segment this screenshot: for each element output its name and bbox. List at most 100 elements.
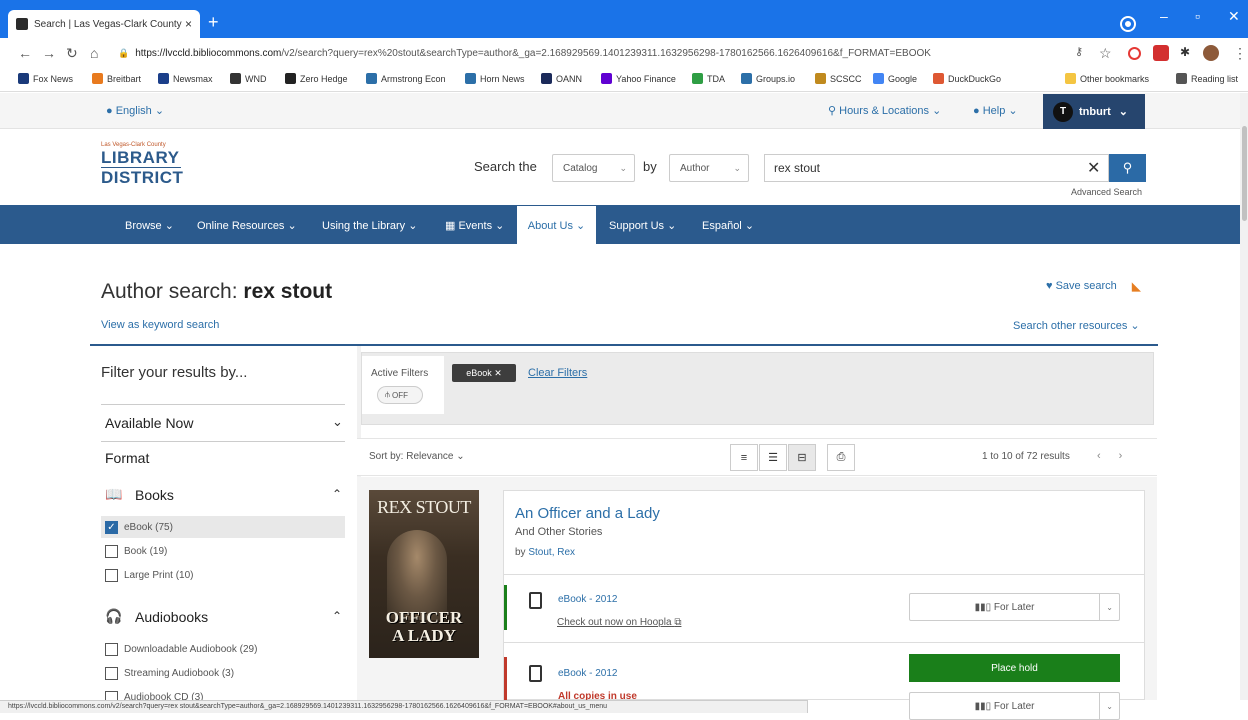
chevron-down-icon[interactable]: ⌄ — [1100, 702, 1119, 711]
bookmark-item[interactable]: Other bookmarks — [1065, 73, 1149, 84]
profile-icon[interactable] — [1122, 18, 1134, 30]
hours-locations-link[interactable]: ⚲ Hours & Locations ⌄ — [828, 104, 941, 117]
bookmark-item[interactable]: SCSCC — [815, 73, 862, 84]
author-link[interactable]: Stout, Rex — [528, 547, 575, 558]
place-hold-button[interactable]: Place hold — [909, 654, 1120, 682]
search-type-select[interactable]: Author ⌄ — [669, 154, 749, 182]
clear-search-icon[interactable]: ✕ — [1087, 158, 1100, 178]
library-logo[interactable]: Las Vegas-Clark County LIBRARY DISTRICT — [101, 142, 183, 187]
hoopla-link[interactable]: Check out now on Hoopla ⧉ — [557, 617, 681, 628]
extension-icon[interactable] — [1153, 45, 1169, 61]
search-scope-select[interactable]: Catalog ⌄ — [552, 154, 635, 182]
checkbox[interactable] — [105, 544, 118, 558]
search-button[interactable]: ⚲ — [1109, 154, 1146, 182]
filter-ebook[interactable]: ✓ eBook (75) — [105, 517, 173, 537]
filter-large-print[interactable]: Large Print (10) — [105, 565, 193, 585]
menu-icon[interactable]: ⋮ — [1233, 45, 1247, 62]
bookmark-item[interactable]: Google — [873, 73, 917, 84]
back-icon[interactable]: ← — [18, 45, 32, 61]
list-view-icon[interactable]: ≡ — [730, 444, 758, 471]
pagination[interactable]: ‹› — [1097, 450, 1140, 462]
result-title[interactable]: An Officer and a Lady — [515, 505, 660, 522]
key-icon[interactable]: ⚷ — [1075, 45, 1083, 58]
help-link[interactable]: ● Help ⌄ — [973, 104, 1018, 117]
bookmark-item[interactable]: Yahoo Finance — [601, 73, 676, 84]
reload-icon[interactable]: ↻ — [66, 45, 78, 62]
forward-icon[interactable]: → — [42, 45, 56, 61]
audiobooks-group[interactable]: 🎧 Audiobooks — [105, 608, 208, 625]
medium-view-icon[interactable]: ⊟ — [788, 444, 816, 471]
bookmark-label: Yahoo Finance — [616, 73, 676, 84]
new-tab-button[interactable]: + — [208, 12, 219, 32]
puzzle-icon[interactable]: ✱ — [1180, 45, 1190, 59]
bookmark-item[interactable]: Horn News — [465, 73, 525, 84]
chevron-down-icon[interactable]: ⌄ — [332, 414, 343, 430]
nav-online-resources[interactable]: Online Resources ⌄ — [197, 219, 297, 232]
bookmark-label: Breitbart — [107, 73, 142, 84]
avatar[interactable] — [1203, 45, 1219, 61]
bookmark-item[interactable]: OANN — [541, 73, 582, 84]
for-later-button[interactable]: ▮▮▯ For Later ⌄ — [909, 593, 1120, 621]
tab-close-icon[interactable]: × — [185, 17, 192, 31]
nav-support-us[interactable]: Support Us ⌄ — [609, 219, 676, 232]
url-bar[interactable]: 🔒 https://lvccld.bibliocommons.com /v2/s… — [118, 43, 1058, 63]
sort-select[interactable]: Sort by: Relevance ⌄ — [369, 451, 465, 462]
nav-browse[interactable]: Browse ⌄ — [125, 219, 174, 232]
books-group[interactable]: 📖 Books — [105, 486, 174, 503]
active-filters-toggle[interactable]: ⫛ OFF — [377, 386, 423, 404]
bookmark-item[interactable]: Armstrong Econ — [366, 73, 446, 84]
for-later-button[interactable]: ▮▮▯ For Later ⌄ — [909, 692, 1120, 720]
nav-about-us[interactable]: About Us ⌄ — [517, 206, 596, 245]
nav-espanol[interactable]: Español ⌄ — [702, 219, 754, 232]
user-menu-button[interactable]: T tnburt ⌄ — [1043, 94, 1145, 129]
language-selector[interactable]: ● English ⌄ — [106, 104, 164, 117]
filter-book[interactable]: Book (19) — [105, 541, 167, 561]
home-icon[interactable]: ⌂ — [90, 45, 98, 61]
bookmark-item[interactable]: DuckDuckGo — [933, 73, 1001, 84]
filter-downloadable-audiobook[interactable]: Downloadable Audiobook (29) — [105, 639, 257, 659]
maximize-icon[interactable]: ▫ — [1195, 8, 1200, 24]
available-now-toggle[interactable]: Available Now — [105, 415, 193, 431]
extension-icon[interactable] — [1128, 47, 1141, 60]
search-input[interactable]: rex stout — [764, 154, 1109, 182]
nav-using-the-library[interactable]: Using the Library ⌄ — [322, 219, 417, 232]
bookmark-item[interactable]: TDA — [692, 73, 725, 84]
bookmark-item[interactable]: Reading list — [1176, 73, 1238, 84]
chevron-up-icon[interactable]: ⌃ — [332, 609, 342, 623]
print-icon[interactable]: ⎙ — [827, 444, 855, 471]
checkbox[interactable] — [105, 642, 118, 656]
save-search-link[interactable]: ♥ Save search — [1046, 280, 1117, 292]
bookmark-favicon-icon — [230, 73, 241, 84]
scrollbar-thumb[interactable] — [1242, 126, 1247, 221]
bookmark-item[interactable]: Fox News — [18, 73, 73, 84]
bookmark-item[interactable]: Breitbart — [92, 73, 141, 84]
filter-chip-ebook[interactable]: eBook ✕ — [452, 364, 516, 382]
bookmark-item[interactable]: Zero Hedge — [285, 73, 348, 84]
bookmark-item[interactable]: WND — [230, 73, 267, 84]
close-window-icon[interactable]: ✕ — [1228, 8, 1240, 25]
nav-events[interactable]: ▦ Events ⌄ — [445, 219, 504, 232]
user-name: tnburt — [1079, 105, 1111, 118]
view-keyword-link[interactable]: View as keyword search — [101, 319, 219, 331]
checkbox[interactable] — [105, 568, 118, 582]
star-icon[interactable]: ☆ — [1099, 45, 1112, 62]
filter-streaming-audiobook[interactable]: Streaming Audiobook (3) — [105, 663, 234, 683]
book-cover[interactable]: REX STOUT OFFICER A LADY — [369, 490, 479, 658]
chevron-down-icon[interactable]: ⌄ — [1100, 603, 1119, 612]
chevron-up-icon[interactable]: ⌃ — [332, 487, 342, 501]
clear-filters-link[interactable]: Clear Filters — [528, 367, 587, 379]
bookmark-item[interactable]: Newsmax — [158, 73, 213, 84]
edition-format[interactable]: eBook - 2012 — [558, 668, 618, 679]
checkbox-checked[interactable]: ✓ — [105, 520, 118, 534]
advanced-search-link[interactable]: Advanced Search — [1071, 187, 1142, 197]
checkbox[interactable] — [105, 666, 118, 680]
detail-list-view-icon[interactable]: ☰ — [759, 444, 787, 471]
result-author: by Stout, Rex — [515, 547, 575, 558]
edition-format[interactable]: eBook - 2012 — [558, 594, 618, 605]
browser-tab[interactable]: Search | Las Vegas-Clark County × — [8, 10, 200, 38]
rss-icon[interactable]: ◣ — [1132, 280, 1140, 293]
bookmark-item[interactable]: Groups.io — [741, 73, 795, 84]
minimize-icon[interactable]: – — [1160, 8, 1168, 24]
close-icon[interactable]: ✕ — [494, 368, 502, 379]
search-other-resources[interactable]: Search other resources ⌄ — [1013, 319, 1140, 332]
